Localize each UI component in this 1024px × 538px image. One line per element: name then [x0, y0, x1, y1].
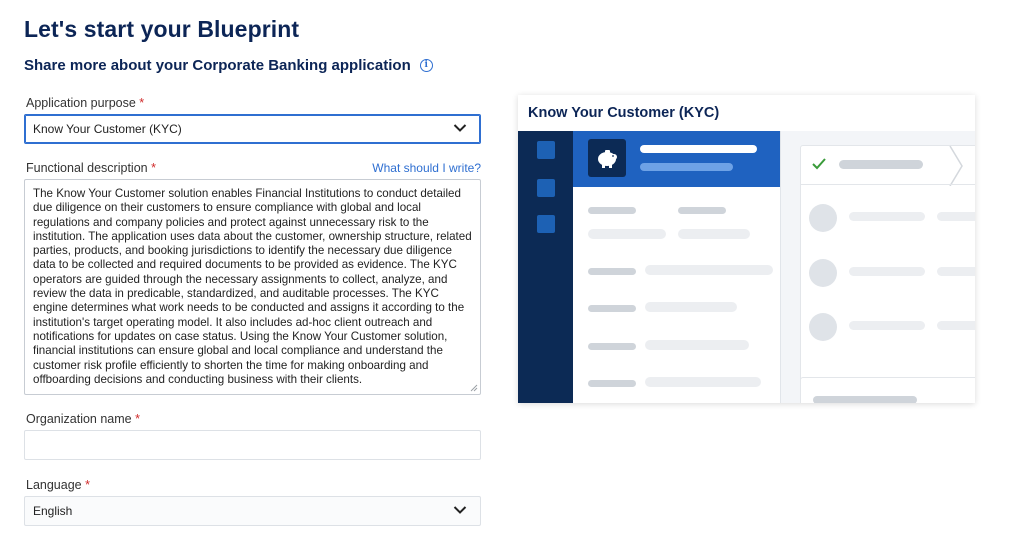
placeholder-bar	[645, 377, 761, 387]
preview-nav-rail	[518, 131, 573, 403]
placeholder-bar	[588, 207, 636, 214]
required-marker: *	[139, 96, 145, 110]
placeholder-avatar	[809, 313, 837, 341]
placeholder-bar	[588, 380, 636, 387]
chevron-down-icon	[453, 506, 467, 514]
functional-description-label: Functional description *	[26, 161, 156, 175]
placeholder-bar	[678, 207, 726, 214]
placeholder-bar	[640, 145, 757, 153]
application-preview: Know Your Customer (KYC)	[518, 95, 975, 403]
preview-footer-card	[800, 377, 975, 403]
placeholder-bar	[839, 160, 923, 169]
preview-divider	[780, 131, 781, 403]
placeholder-bar	[588, 268, 636, 275]
placeholder-bar	[937, 212, 975, 221]
detail-divider	[801, 184, 975, 185]
functional-description-text: The Know Your Customer solution enables …	[33, 187, 472, 386]
placeholder-bar	[588, 229, 666, 239]
placeholder-bar	[588, 305, 636, 312]
nav-placeholder-icon	[537, 141, 555, 159]
required-marker: *	[151, 161, 156, 175]
check-icon	[812, 158, 826, 170]
subtitle-row: Share more about your Corporate Banking …	[24, 57, 433, 74]
chevron-down-icon	[453, 124, 467, 132]
placeholder-bar	[640, 163, 733, 171]
page-title: Let's start your Blueprint	[24, 16, 300, 42]
preview-case-list	[573, 131, 780, 403]
placeholder-bar	[813, 396, 917, 403]
preview-active-item	[573, 131, 780, 187]
language-label: Language *	[26, 478, 90, 492]
required-marker: *	[135, 412, 140, 426]
organization-name-input[interactable]	[24, 430, 481, 460]
placeholder-bar	[849, 267, 925, 276]
application-purpose-label: Application purpose *	[26, 96, 145, 110]
language-value: English	[33, 504, 73, 518]
placeholder-bar	[849, 212, 925, 221]
chevron-right-icon	[949, 146, 963, 186]
placeholder-bar	[678, 229, 750, 239]
placeholder-bar	[645, 340, 749, 350]
placeholder-bar	[645, 302, 737, 312]
nav-placeholder-icon	[537, 215, 555, 233]
resize-handle-icon[interactable]	[470, 384, 478, 392]
nav-placeholder-icon	[537, 179, 555, 197]
required-marker: *	[85, 478, 90, 492]
application-purpose-value: Know Your Customer (KYC)	[33, 122, 182, 136]
placeholder-avatar	[809, 259, 837, 287]
placeholder-bar	[937, 321, 975, 330]
organization-name-label: Organization name *	[26, 412, 140, 426]
placeholder-bar	[645, 265, 773, 275]
placeholder-bar	[588, 343, 636, 350]
placeholder-bar	[849, 321, 925, 330]
what-should-i-write-link[interactable]: What should I write?	[372, 161, 481, 175]
placeholder-avatar	[809, 204, 837, 232]
functional-description-textarea[interactable]: The Know Your Customer solution enables …	[24, 179, 481, 395]
preview-title: Know Your Customer (KYC)	[518, 95, 975, 131]
preview-detail-panel	[800, 145, 975, 385]
placeholder-bar	[937, 267, 975, 276]
info-icon[interactable]: i	[419, 59, 433, 72]
language-select[interactable]: English	[24, 496, 481, 526]
piggy-bank-icon	[588, 139, 626, 177]
application-purpose-select[interactable]: Know Your Customer (KYC)	[24, 114, 481, 144]
page-subtitle: Share more about your Corporate Banking …	[24, 57, 411, 74]
